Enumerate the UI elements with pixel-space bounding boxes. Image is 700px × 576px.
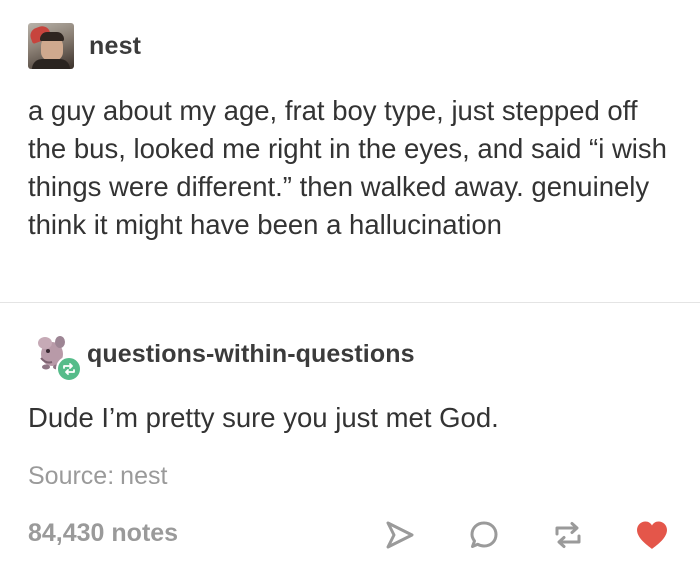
avatar[interactable] [28,23,74,69]
reblog-badge-icon [56,356,82,382]
reblog-icon[interactable] [548,515,588,555]
notes-count[interactable]: 84,430 notes [28,519,178,548]
reblog-header: questions-within-questions [28,330,415,382]
post-footer: 84,430 notes [28,515,678,555]
post-author[interactable]: nest [89,32,141,61]
share-icon[interactable] [380,515,420,555]
reblog-avatar[interactable] [28,330,84,382]
reblog-author[interactable]: questions-within-questions [87,340,415,369]
post-text: a guy about my age, frat boy type, just … [28,95,667,240]
reply-icon[interactable] [464,515,504,555]
source-link[interactable]: nest [120,462,167,490]
like-icon[interactable] [632,515,672,555]
reblog-text: Dude I’m pretty sure you just met God. [28,402,499,433]
avatar-shirt [32,59,70,69]
source-label: Source: [28,462,115,490]
post-actions [380,515,672,555]
source-line: Source: nest [28,462,167,491]
post-header: nest [28,22,141,70]
avatar-hair [40,32,64,41]
divider [0,302,700,303]
